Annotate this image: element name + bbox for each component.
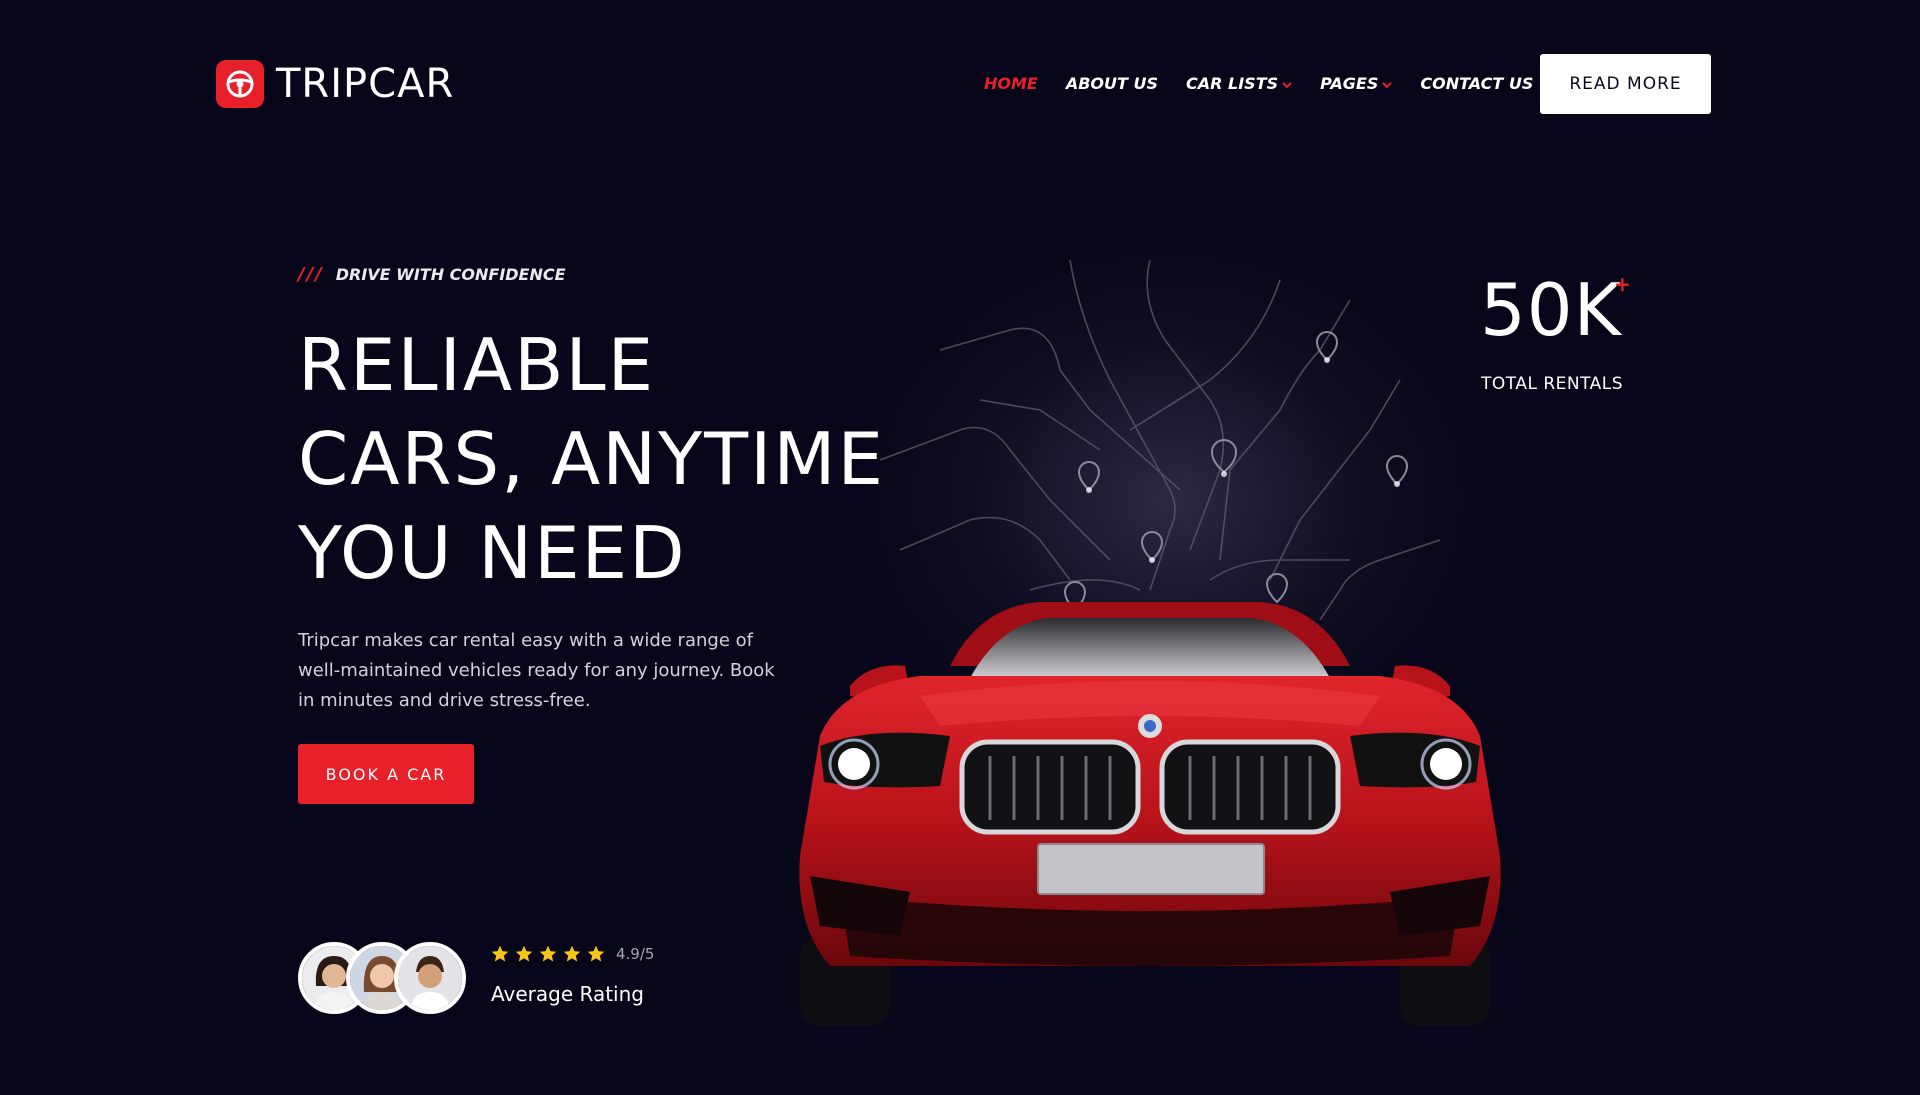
nav-car-lists-label: CAR LISTS [1186,74,1279,93]
nav-contact-label: CONTACT US [1420,74,1534,93]
steering-wheel-icon [216,60,264,108]
total-rentals-plus: + [1614,272,1631,296]
nav-home-label: HOME [984,74,1038,93]
star-icon [563,945,581,962]
chevron-down-icon [1282,74,1292,93]
chevron-down-icon [1382,74,1393,93]
hero-description: Tripcar makes car rental easy with a wid… [298,630,775,711]
nav-pages[interactable]: PAGES [1320,74,1393,93]
route-map-illustration [880,260,1441,620]
brand-logo[interactable]: TRIPCAR [216,60,454,108]
hero-tagline: /// DRIVE WITH CONFIDENCE [298,264,566,285]
headline-line-2: CARS, ANYTIME [298,417,885,501]
read-more-button[interactable]: READ MORE [1540,54,1711,114]
red-car-image [799,602,1501,1026]
nav-home[interactable]: HOME [984,74,1038,93]
nav-car-lists[interactable]: CAR LISTS [1186,74,1292,93]
rating-label: Average Rating [491,982,644,1006]
star-icon [539,945,557,962]
nav-about-label: ABOUT US [1065,74,1159,93]
star-icon [491,945,509,962]
main-nav: HOME ABOUT US CAR LISTS PAGES CONTACT US [984,74,1561,93]
customer-avatars [298,942,468,1016]
headline-line-3: YOU NEED [298,511,687,595]
book-a-car-button[interactable]: BOOK A CAR [298,744,474,804]
headline-line-1: RELIABLE [298,323,656,407]
tagline-mark: /// [298,264,324,285]
tagline-text: DRIVE WITH CONFIDENCE [335,265,566,284]
star-icon [515,945,533,962]
total-rentals-value: 50K [1480,268,1622,352]
nav-about-us[interactable]: ABOUT US [1066,74,1158,93]
total-rentals-label: TOTAL RENTALS [1481,374,1624,394]
rating-value: 4.9/5 [616,945,655,963]
nav-pages-label: PAGES [1320,74,1379,93]
brand-name: TRIPCAR [276,61,455,107]
avatar [394,942,466,1014]
hero-headline: RELIABLE CARS, ANYTIME YOU NEED [298,318,918,600]
nav-contact-us[interactable]: CONTACT US [1420,74,1533,93]
star-icon [587,945,605,962]
rating-stars: 4.9/5 [490,944,654,964]
